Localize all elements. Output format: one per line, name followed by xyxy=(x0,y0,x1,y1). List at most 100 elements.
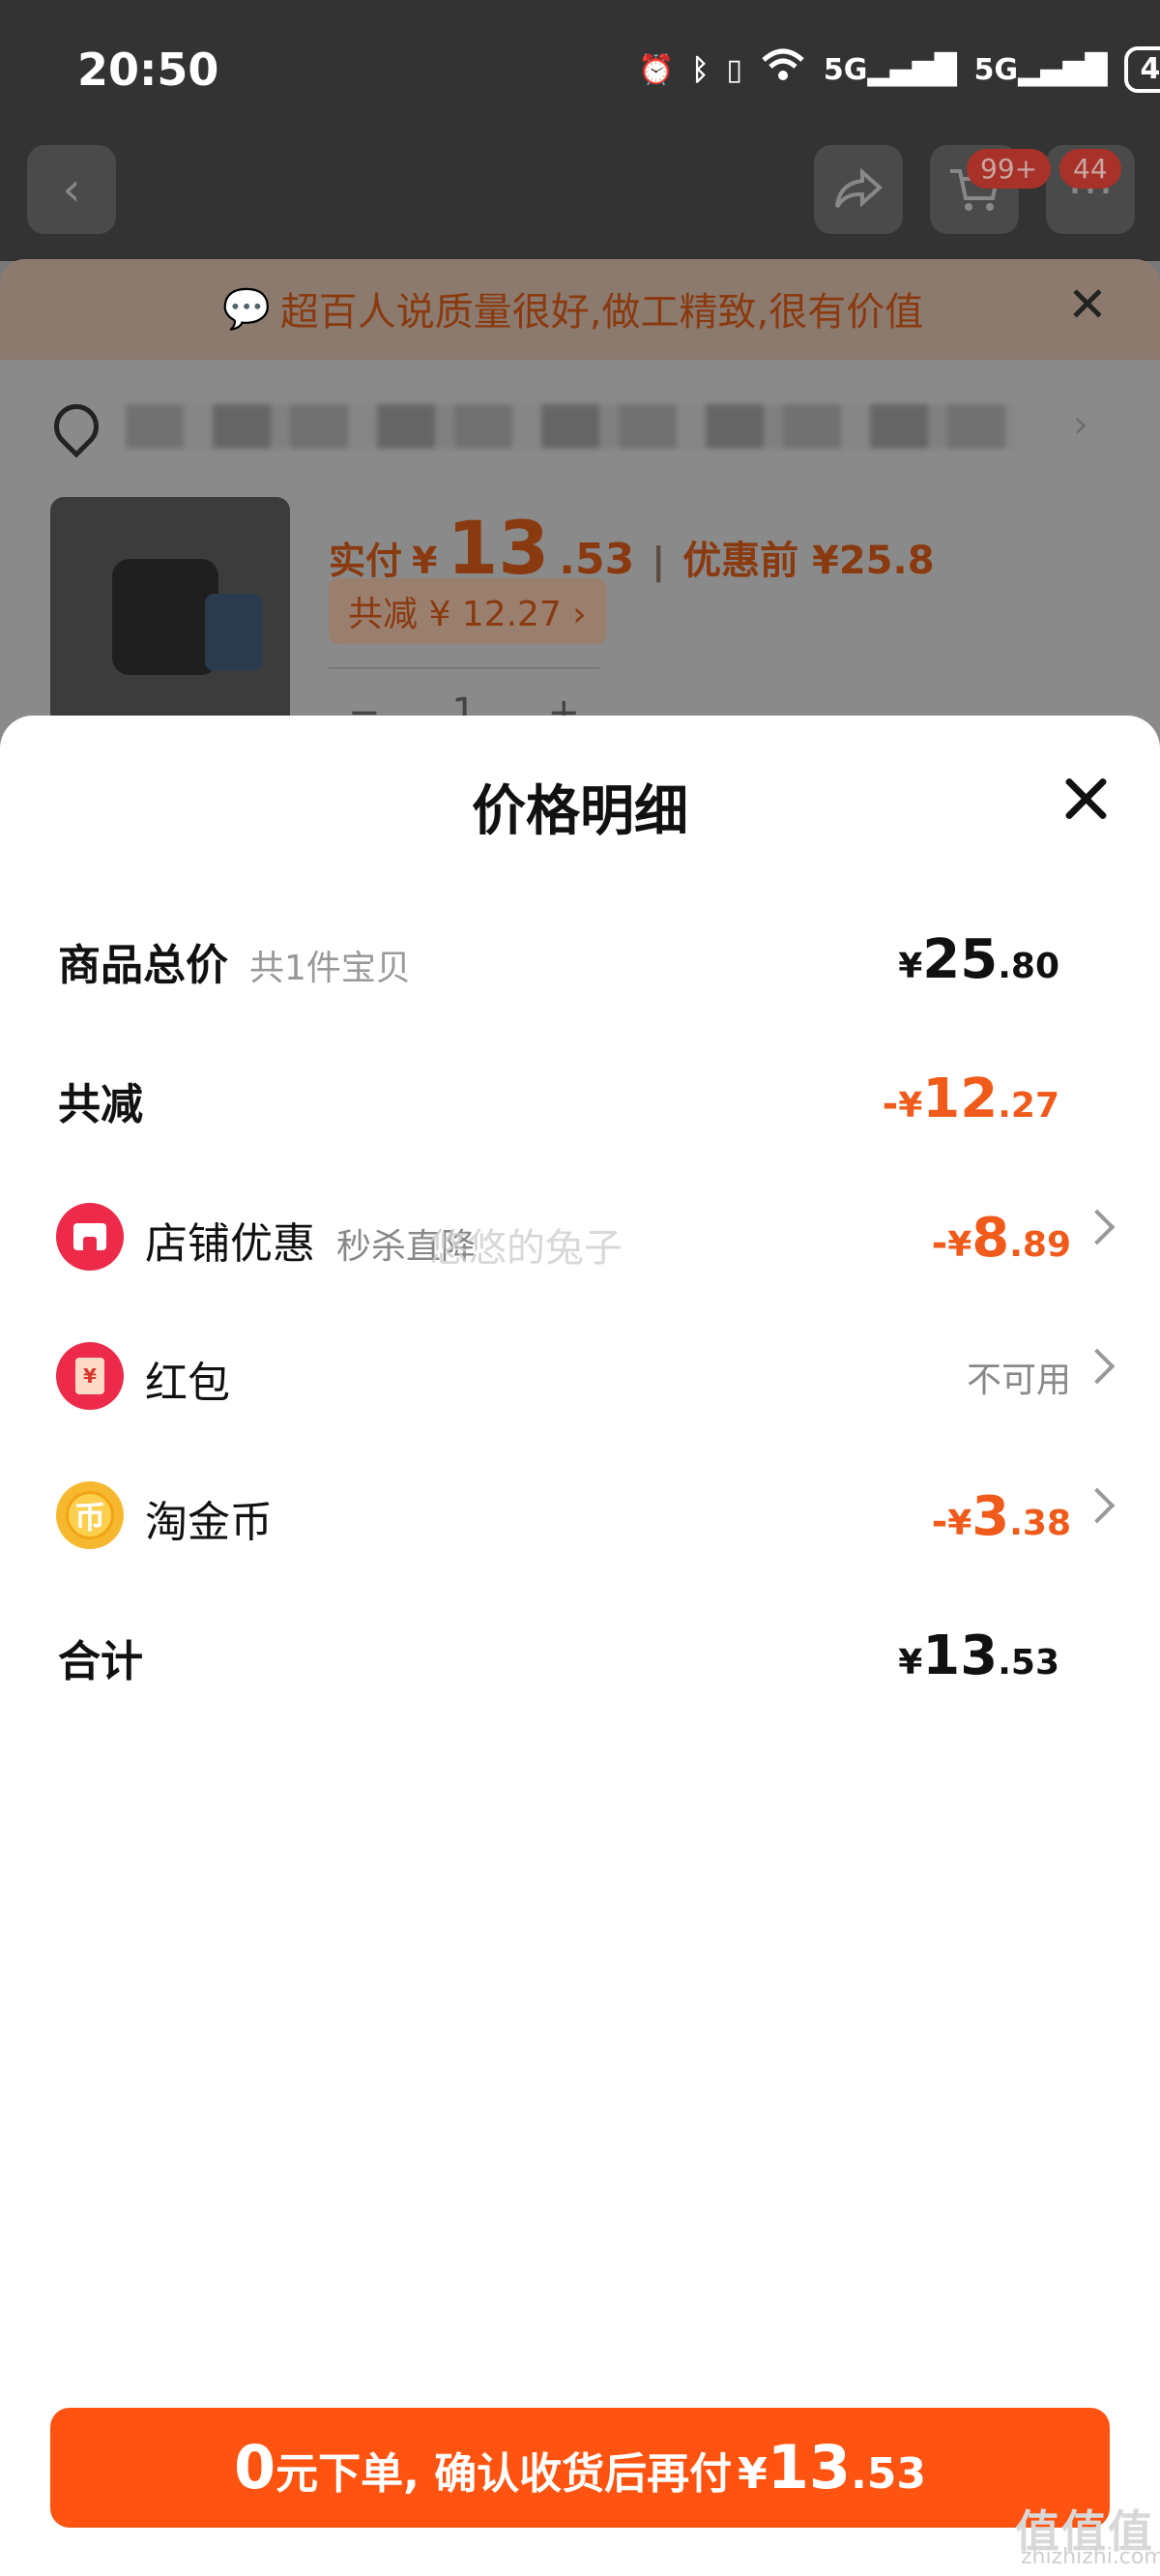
vibrate-icon: ▯ xyxy=(726,52,742,87)
red-packet-icon: ¥ xyxy=(56,1342,124,1410)
watermark-text: 悠悠的兔子 xyxy=(429,1226,623,1271)
red-packet-glyph: ¥ xyxy=(75,1358,104,1394)
cart-badge: 99+ xyxy=(967,149,1052,189)
paid-price-dec: .53 xyxy=(559,535,635,584)
wifi-icon xyxy=(760,48,806,91)
red-packet-title: 红包 xyxy=(145,1359,230,1408)
coin-icon: 币 xyxy=(56,1481,124,1549)
reduction-label: 共减 xyxy=(58,1069,143,1131)
status-icons: ⏰ ᛒ ▯ 5G▂▄▆█ 5G▂▄▆█ 48 xyxy=(638,46,1160,93)
banner-close-icon[interactable]: ✕ xyxy=(1067,277,1108,333)
amount-dec: .38 xyxy=(1009,1504,1071,1543)
currency-symbol: ¥ xyxy=(898,1086,923,1126)
message-badge: 44 xyxy=(1059,149,1121,189)
coin-row[interactable]: 币 淘金币 -¥3.38 xyxy=(0,1466,1160,1563)
coin-value: -¥3.38 xyxy=(932,1485,1071,1548)
status-time: 20:50 xyxy=(77,44,219,96)
red-packet-value: 不可用 xyxy=(967,1346,1071,1402)
coin-title: 淘金币 xyxy=(145,1498,273,1547)
teapot-image xyxy=(112,559,218,675)
chevron-right-icon xyxy=(1079,1487,1116,1524)
coin-glyph: 币 xyxy=(66,1491,114,1539)
chat-bubble-icon: 💬 xyxy=(222,286,271,332)
status-bar: 20:50 ⏰ ᛒ ▯ 5G▂▄▆█ 5G▂▄▆█ 48 xyxy=(0,0,1160,135)
coin-label: 淘金币 xyxy=(145,1487,273,1549)
close-icon[interactable] xyxy=(1061,774,1110,822)
review-banner-label: 超百人说质量很好,做工精致,很有价值 xyxy=(279,290,924,335)
shop-icon xyxy=(56,1203,124,1271)
shop-discount-amount: -¥8.89 xyxy=(932,1207,1071,1270)
amount-int: 13 xyxy=(922,1625,999,1687)
total-title: 合计 xyxy=(58,1637,143,1686)
product-thumbnail xyxy=(50,497,290,729)
cta-amount-int: 13 xyxy=(767,2432,852,2503)
alarm-icon: ⏰ xyxy=(638,52,675,87)
amount-int: 8 xyxy=(972,1207,1010,1270)
network-label: 5G xyxy=(973,52,1019,87)
cup-image xyxy=(205,594,263,671)
currency-symbol: ¥ xyxy=(412,540,438,582)
total-value: ¥13.53 xyxy=(898,1625,1059,1687)
bluetooth-icon: ᛒ xyxy=(691,52,710,87)
reduction-amount: -¥12.27 xyxy=(883,1068,1059,1130)
shop-discount-title: 店铺优惠 xyxy=(145,1219,315,1269)
red-packet-status: 不可用 xyxy=(966,1361,1071,1400)
shop-discount-label: 店铺优惠 秒杀直降 xyxy=(145,1209,476,1271)
cta-amount-dec: .53 xyxy=(851,2449,927,2499)
total-amount: ¥13.53 xyxy=(898,1625,1059,1687)
price-separator: | xyxy=(652,540,666,582)
cta-zero: 0 xyxy=(233,2432,276,2503)
original-price: 优惠前 ¥25.8 xyxy=(682,539,935,583)
amount-dec: .89 xyxy=(1009,1225,1071,1265)
amount-int: 25 xyxy=(922,928,999,991)
red-packet-row[interactable]: ¥ 红包 不可用 xyxy=(0,1327,1160,1423)
total-row: 合计 ¥13.53 xyxy=(0,1605,1160,1702)
review-banner-text: 💬 超百人说质量很好,做工精致,很有价值 xyxy=(222,280,923,337)
share-icon xyxy=(835,168,884,209)
reduction-title: 共减 xyxy=(58,1080,143,1129)
goods-total-value: ¥25.80 xyxy=(898,928,1059,991)
goods-total-amount: ¥25.80 xyxy=(898,928,1059,991)
back-button[interactable]: ‹ xyxy=(27,145,116,234)
amount-dec: .80 xyxy=(998,947,1059,986)
5g-signal-icon: 5G▂▄▆█ xyxy=(823,52,957,87)
paid-label: 实付 xyxy=(329,540,403,582)
reduction-value: -¥12.27 xyxy=(883,1068,1059,1130)
reduction-row: 共减 -¥12.27 xyxy=(0,1048,1160,1145)
share-button[interactable] xyxy=(814,145,903,234)
address-blurred[interactable] xyxy=(126,404,1015,449)
cta-text: 元下单, 确认收货后再付 xyxy=(276,2449,733,2499)
amount-int: 3 xyxy=(972,1485,1010,1548)
red-packet-label: 红包 xyxy=(145,1348,230,1410)
battery-icon: 48 xyxy=(1124,46,1160,93)
chevron-left-icon: ‹ xyxy=(62,162,81,217)
shop-discount-value: -¥8.89 xyxy=(932,1207,1071,1270)
amount-dec: .53 xyxy=(998,1643,1059,1683)
currency-symbol: ¥ xyxy=(947,1504,972,1543)
minus-sign: - xyxy=(931,1500,948,1544)
amount-int: 12 xyxy=(922,1068,999,1130)
minus-sign: - xyxy=(931,1221,948,1266)
chevron-right-icon: › xyxy=(1073,402,1088,447)
place-order-button[interactable]: 0 元下单, 确认收货后再付 ¥ 13 .53 xyxy=(50,2408,1110,2528)
sheet-title: 价格明细 xyxy=(472,780,688,843)
chevron-right-icon xyxy=(1079,1348,1116,1385)
currency-symbol: ¥ xyxy=(898,1643,923,1683)
total-label: 合计 xyxy=(58,1626,143,1688)
currency-symbol: ¥ xyxy=(898,947,923,986)
goods-total-label: 商品总价 共1件宝贝 xyxy=(58,930,411,992)
chevron-right-icon xyxy=(1079,1209,1116,1245)
currency-symbol: ¥ xyxy=(738,2449,768,2499)
5g-signal-icon: 5G▂▄▆█ xyxy=(973,52,1108,87)
brand-url: zhizhizhi.com xyxy=(1021,2545,1160,2569)
shop-awning xyxy=(73,1223,106,1250)
currency-symbol: ¥ xyxy=(947,1225,972,1265)
goods-total-title: 商品总价 xyxy=(58,941,228,990)
network-label: 5G xyxy=(823,52,868,87)
amount-dec: .27 xyxy=(998,1086,1059,1126)
total-reduction-tag[interactable]: 共减 ¥ 12.27 › xyxy=(329,578,606,644)
minus-sign: - xyxy=(882,1082,899,1127)
item-count: 共1件宝贝 xyxy=(249,949,411,988)
coin-amount: -¥3.38 xyxy=(932,1485,1071,1548)
goods-total-row: 商品总价 共1件宝贝 ¥25.80 xyxy=(0,909,1160,1006)
